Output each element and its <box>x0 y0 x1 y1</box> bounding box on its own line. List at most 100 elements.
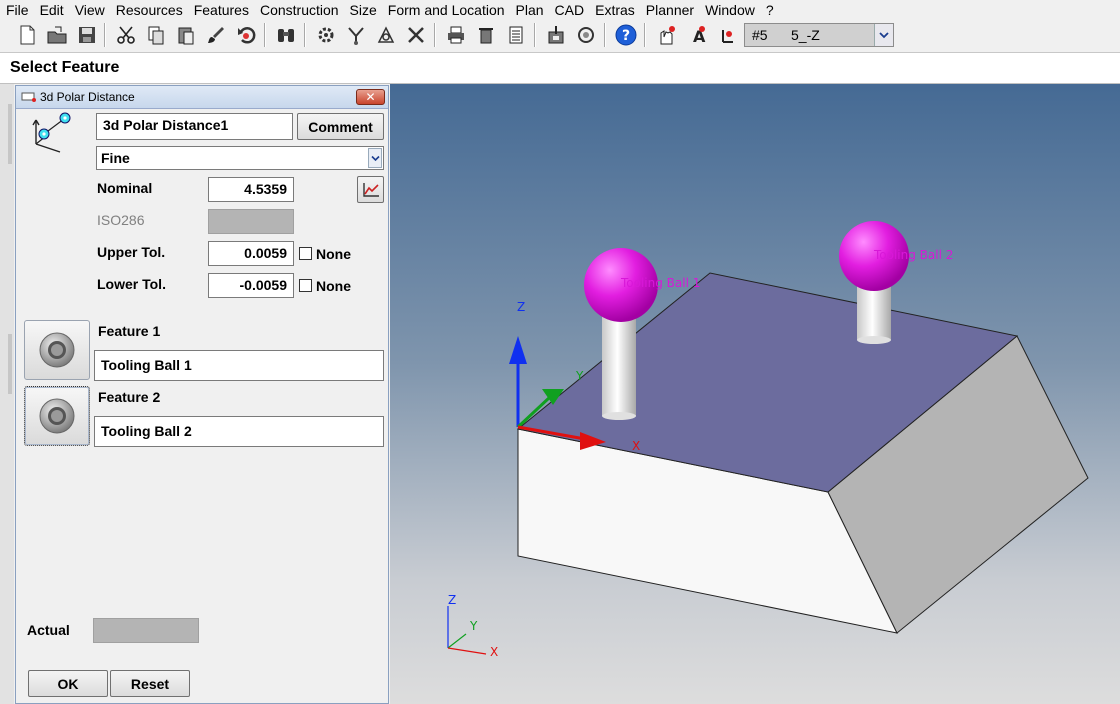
dialog-title: 3d Polar Distance <box>40 90 135 104</box>
ok-button[interactable]: OK <box>28 670 108 697</box>
brush-icon[interactable] <box>203 22 229 48</box>
3d-viewport[interactable]: Tooling Ball 1 Tooling Ball 2 Z Y X Z Y … <box>390 84 1120 704</box>
cad-model-view[interactable]: Tooling Ball 1 Tooling Ball 2 Z Y X Z Y … <box>390 84 1120 704</box>
menu-bar: File Edit View Resources Features Constructio… <box>0 0 1120 19</box>
stylus-icon[interactable] <box>343 22 369 48</box>
lower-tol-label: Lower Tol. <box>97 276 166 292</box>
dock-handle[interactable] <box>8 334 12 394</box>
chart-button[interactable] <box>357 176 384 203</box>
help-icon[interactable]: ? <box>613 22 639 48</box>
feature1-field[interactable]: Tooling Ball 1 <box>94 350 384 381</box>
tooling-ball-2-stem <box>857 284 891 340</box>
mode-select-value: Fine <box>101 150 130 166</box>
menu-size[interactable]: Size <box>344 2 382 18</box>
menu-window[interactable]: Window <box>699 2 760 18</box>
text-icon[interactable]: A <box>683 22 709 48</box>
mode-select[interactable]: Fine <box>96 146 384 170</box>
tooling-ball-icon <box>39 398 75 434</box>
undo-icon[interactable] <box>233 22 259 48</box>
dialog-title-bar[interactable]: 3d Polar Distance ✕ <box>16 86 388 109</box>
menu-edit[interactable]: Edit <box>34 2 69 18</box>
measure-icon[interactable] <box>543 22 569 48</box>
upper-none-label: None <box>316 246 351 262</box>
probe-combo[interactable]: #5 5_-Z <box>744 23 894 47</box>
reset-button[interactable]: Reset <box>110 670 190 697</box>
menu-plan[interactable]: Plan <box>510 2 549 18</box>
delete-icon[interactable] <box>473 22 499 48</box>
feature2-field[interactable]: Tooling Ball 2 <box>94 416 384 447</box>
menu-help[interactable]: ? <box>760 2 779 18</box>
toolbar: ? A #5 5_-Z <box>0 19 1120 53</box>
triad-z-label: Z <box>448 593 456 607</box>
coordinate-icon[interactable] <box>373 22 399 48</box>
tools-icon[interactable] <box>403 22 429 48</box>
menu-form-and-location[interactable]: Form and Location <box>382 2 510 18</box>
chart-icon <box>362 182 379 197</box>
polar-distance-icon <box>32 112 71 153</box>
nominal-label: Nominal <box>97 180 153 196</box>
open-folder-icon[interactable] <box>44 22 70 48</box>
tooling-ball-1-label: Tooling Ball 1 <box>620 276 700 290</box>
status-strip: Select Feature <box>0 53 1120 84</box>
copy-icon[interactable] <box>143 22 169 48</box>
binoculars-icon[interactable] <box>273 22 299 48</box>
polar-distance-dialog: 3d Polar Distance ✕ 3d Polar Distance1 C… <box>15 85 389 704</box>
menu-view[interactable]: View <box>69 2 110 18</box>
list-icon[interactable] <box>503 22 529 48</box>
page-title: Select Feature <box>10 59 120 76</box>
view-orientation-triad: Z Y X <box>447 593 498 659</box>
window-icon <box>21 92 36 102</box>
axis-z-label: Z <box>517 300 525 314</box>
save-icon[interactable] <box>74 22 100 48</box>
probe-settings-icon[interactable] <box>313 22 339 48</box>
feature-name-field[interactable]: 3d Polar Distance1 <box>96 113 293 140</box>
menu-cad[interactable]: CAD <box>549 2 590 18</box>
refresh-icon[interactable] <box>573 22 599 48</box>
menu-features[interactable]: Features <box>188 2 254 18</box>
menu-extras[interactable]: Extras <box>589 2 640 18</box>
lower-none-label: None <box>316 278 351 294</box>
tooling-ball-2-stem-base <box>857 336 891 344</box>
tooling-ball-2-label: Tooling Ball 2 <box>873 248 953 262</box>
menu-file[interactable]: File <box>0 2 34 18</box>
comment-button[interactable]: Comment <box>297 113 384 140</box>
upper-tol-input[interactable]: 0.0059 <box>208 241 294 266</box>
feature1-select-button[interactable] <box>24 320 90 380</box>
axis-icon[interactable] <box>713 22 739 48</box>
iso286-input <box>208 209 294 234</box>
actual-label: Actual <box>27 622 70 638</box>
close-icon: ✕ <box>365 90 376 104</box>
axis-y-label: Y <box>575 369 584 383</box>
upper-tol-label: Upper Tol. <box>97 244 166 260</box>
combo-number: #5 <box>752 27 768 43</box>
tooling-ball-1-stem-base <box>602 412 636 420</box>
cut-icon[interactable] <box>113 22 139 48</box>
triad-y-label: Y <box>469 619 478 633</box>
chevron-down-icon[interactable] <box>368 148 382 168</box>
svg-text:?: ? <box>622 28 630 44</box>
tooling-ball-1-stem <box>602 312 636 416</box>
chevron-down-icon[interactable] <box>874 24 893 46</box>
actual-value-field <box>93 618 199 643</box>
combo-value: 5_-Z <box>791 27 820 43</box>
axis-x-label: X <box>632 439 640 453</box>
close-button[interactable]: ✕ <box>356 89 385 105</box>
print-icon[interactable] <box>443 22 469 48</box>
menu-resources[interactable]: Resources <box>110 2 188 18</box>
menu-planner[interactable]: Planner <box>640 2 699 18</box>
menu-construction[interactable]: Construction <box>254 2 344 18</box>
feature1-label: Feature 1 <box>98 323 161 339</box>
lower-none-checkbox[interactable] <box>299 279 312 292</box>
nominal-input[interactable]: 4.5359 <box>208 177 294 202</box>
paste-icon[interactable] <box>173 22 199 48</box>
left-dock <box>0 84 14 704</box>
upper-none-checkbox[interactable] <box>299 247 312 260</box>
tooling-ball-icon <box>39 332 75 368</box>
dock-handle[interactable] <box>8 104 12 164</box>
new-file-icon[interactable] <box>14 22 40 48</box>
triad-x-label: X <box>490 645 498 659</box>
feature2-select-button[interactable] <box>24 386 90 446</box>
lower-tol-input[interactable]: -0.0059 <box>208 273 294 298</box>
iso286-label: ISO286 <box>97 212 145 228</box>
touch-icon[interactable] <box>653 22 679 48</box>
